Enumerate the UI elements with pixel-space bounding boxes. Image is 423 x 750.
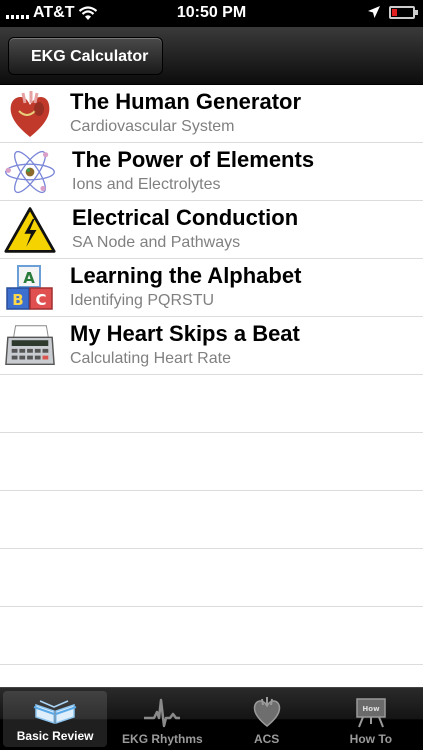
list-item[interactable]: A B C Learning the Alphabet Identifying …: [0, 259, 423, 317]
clock: 10:50 PM: [176, 4, 247, 21]
item-title: Electrical Conduction: [72, 205, 299, 230]
abc-blocks-icon: A B C: [4, 264, 56, 312]
item-title: Learning the Alphabet: [70, 263, 302, 288]
back-button-label: EKG Calculator: [31, 48, 149, 65]
tab-ekg-rhythms[interactable]: EKG Rhythms: [110, 688, 214, 750]
item-subtitle: Identifying PQRSTU: [70, 292, 215, 309]
tab-bar: Basic Review EKG Rhythms ACS How How To: [0, 687, 423, 750]
item-title: The Human Generator: [70, 89, 302, 114]
item-subtitle: Ions and Electrolytes: [72, 176, 221, 193]
item-subtitle: Calculating Heart Rate: [70, 350, 231, 367]
tab-label: How To: [349, 732, 393, 746]
tab-basic-review[interactable]: Basic Review: [3, 691, 108, 747]
item-title: My Heart Skips a Beat: [70, 321, 300, 346]
empty-row: [0, 607, 423, 665]
list-item[interactable]: My Heart Skips a Beat Calculating Heart …: [0, 317, 423, 375]
easel-board-text: How: [362, 705, 380, 713]
tab-label: Basic Review: [16, 729, 94, 743]
item-subtitle: Cardiovascular System: [70, 118, 235, 135]
battery-icon: [389, 5, 418, 19]
empty-row: [0, 665, 423, 687]
empty-row: [0, 549, 423, 607]
tab-how-to[interactable]: How How To: [319, 688, 423, 750]
item-subtitle: SA Node and Pathways: [72, 234, 241, 251]
heart-outline-icon: [253, 697, 280, 727]
navigation-bar: EKG Calculator: [0, 27, 423, 85]
tab-label: ACS: [253, 732, 280, 746]
tab-acs[interactable]: ACS: [215, 688, 319, 750]
heart-icon: [4, 90, 56, 138]
empty-row: [0, 433, 423, 491]
location-arrow-icon: [368, 6, 380, 18]
ekg-wave-icon: [144, 698, 181, 728]
high-voltage-icon: [4, 206, 56, 254]
list-item[interactable]: The Human Generator Cardiovascular Syste…: [0, 85, 423, 143]
item-title: The Power of Elements: [72, 147, 315, 172]
list-item[interactable]: The Power of Elements Ions and Electroly…: [0, 143, 423, 201]
topic-list: The Human Generator Cardiovascular Syste…: [0, 85, 423, 687]
book-icon: [33, 700, 77, 725]
atom-icon: [4, 148, 56, 196]
tab-label: EKG Rhythms: [122, 732, 203, 746]
easel-icon: How: [356, 698, 386, 728]
back-button[interactable]: EKG Calculator: [8, 37, 164, 75]
block-letter-b: B: [12, 291, 23, 309]
calculator-icon: [4, 322, 56, 370]
status-bar: AT&T 10:50 PM: [0, 0, 423, 27]
empty-row: [0, 491, 423, 549]
empty-row: [0, 375, 423, 433]
list-item[interactable]: Electrical Conduction SA Node and Pathwa…: [0, 201, 423, 259]
block-letter-a: A: [23, 269, 35, 287]
block-letter-c: C: [35, 291, 46, 309]
